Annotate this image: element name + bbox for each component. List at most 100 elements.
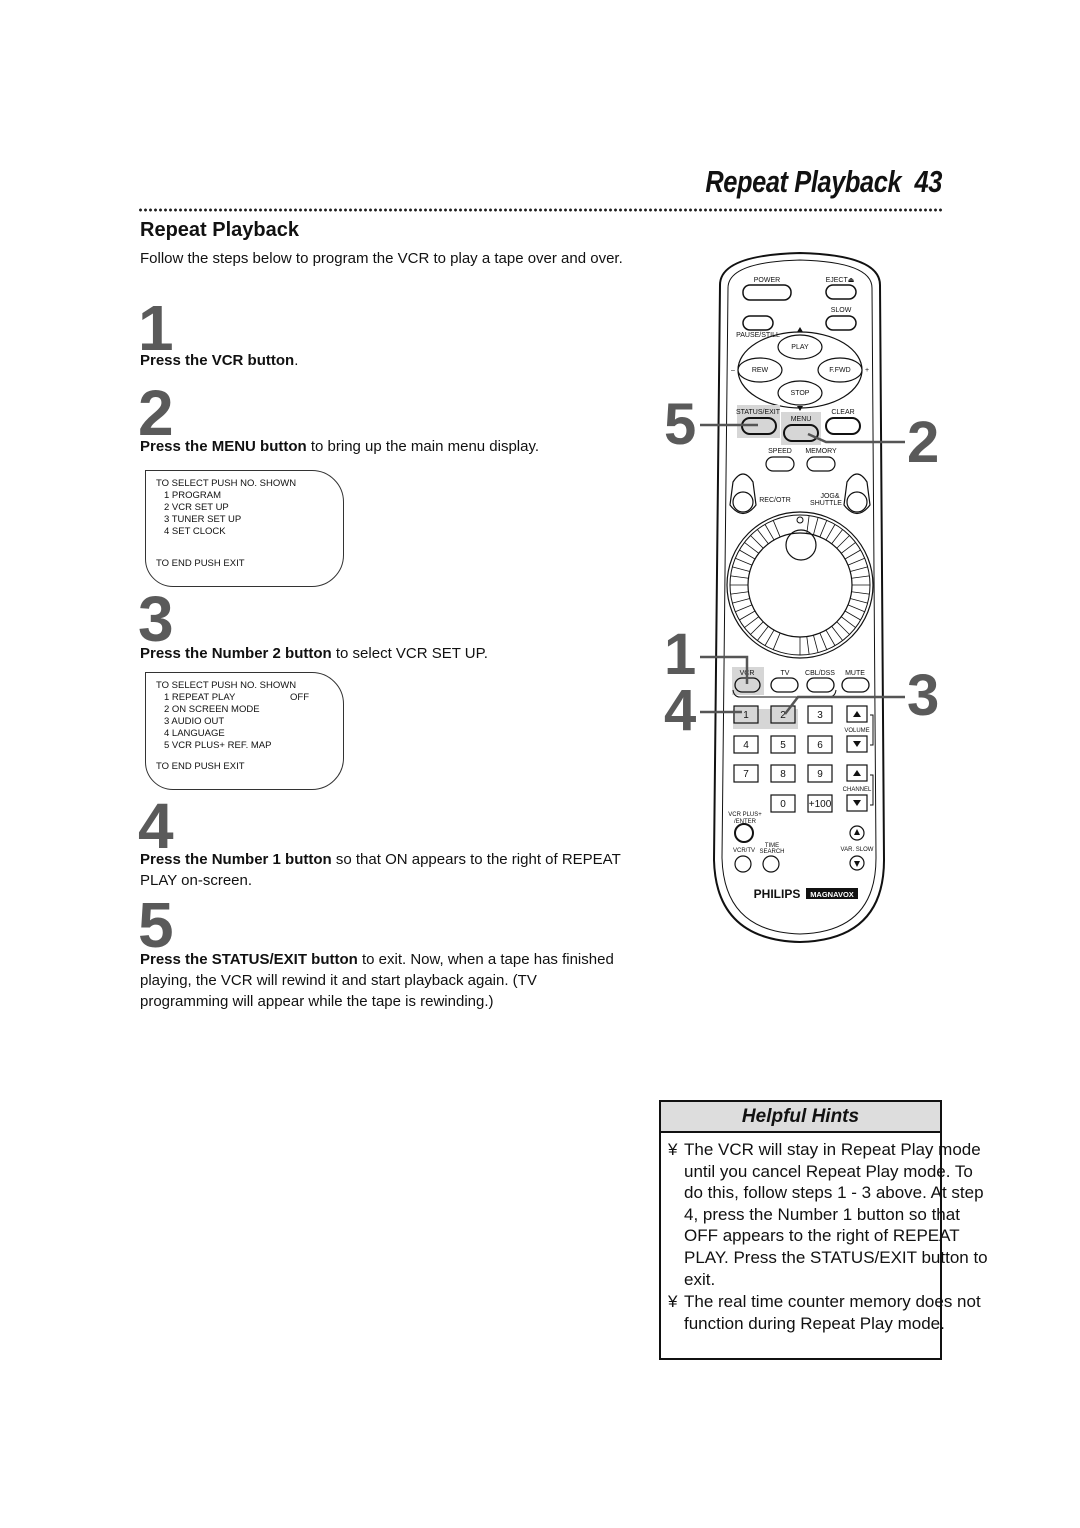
step-5-text: Press the STATUS/EXIT button to exit. No… <box>140 949 622 1012</box>
rec-otr-button[interactable] <box>732 491 754 513</box>
play-label: PLAY <box>791 344 809 351</box>
keypad-label: 0 <box>780 799 786 810</box>
hint-item: ¥ The VCR will stay in Repeat Play mode … <box>668 1139 990 1290</box>
dial-grip-tick <box>819 632 828 650</box>
menu-header: TO SELECT PUSH NO. SHOWN <box>156 478 297 489</box>
rec-otr-label: REC/OTR <box>759 497 791 504</box>
mute-button[interactable] <box>841 677 870 693</box>
cbl-dss-label: CBL/DSS <box>805 670 835 677</box>
keypad-label: 3 <box>817 710 823 721</box>
callout-3: 3 <box>907 663 940 728</box>
step-4-text: Press the Number 1 button so that ON app… <box>140 849 622 891</box>
dial-grip-tick <box>836 621 850 635</box>
dial-grip-tick <box>732 566 750 572</box>
step-4-bold: Press the Number 1 button <box>140 851 332 868</box>
keypad-label: 7 <box>743 769 749 780</box>
dial-grip-tick <box>772 520 781 538</box>
hint-item: ¥ The real time counter memory does not … <box>668 1291 982 1334</box>
helpful-hints-title: Helpful Hints <box>659 1100 942 1133</box>
jog-shuttle-dial[interactable] <box>726 511 874 659</box>
remote-control-illustration: POWER EJECT⏏ SLOW PAUSE/STILL PLAY REW F… <box>700 251 905 944</box>
menu-item: 1 REPEAT PLAY OFF <box>156 692 333 704</box>
page-number: 43 <box>914 164 943 199</box>
menu-item: 1 PROGRAM <box>164 490 222 501</box>
vcr-tv-label: VCR/TV <box>733 848 755 854</box>
bullet-icon: ¥ <box>668 1140 678 1159</box>
minus-label: – <box>731 367 735 374</box>
jog-shuttle-button[interactable] <box>846 491 868 513</box>
time-search-button[interactable] <box>762 855 780 873</box>
dial-grip-tick <box>841 542 856 554</box>
clear-button[interactable] <box>825 417 861 435</box>
dial-grip-tick <box>735 557 753 566</box>
volume-label: VOLUME <box>844 728 869 734</box>
dial-grip-tick <box>739 549 756 560</box>
ffwd-label: F.FWD <box>829 367 850 374</box>
jog-label: JOG& <box>820 493 839 500</box>
rec-otr-housing <box>729 473 757 515</box>
memory-button[interactable] <box>806 456 836 472</box>
rew-label: REW <box>752 367 769 374</box>
channel-up-icon <box>853 770 861 776</box>
dial-grip-tick <box>851 591 870 595</box>
slow-button[interactable] <box>825 315 857 331</box>
menu-item: 2 ON SCREEN MODE <box>164 704 260 715</box>
hint-text: The real time counter memory does not fu… <box>684 1292 981 1333</box>
status-exit-label: STATUS/EXIT <box>736 409 781 416</box>
speed-button[interactable] <box>765 456 795 472</box>
bullet-icon: ¥ <box>668 1292 678 1311</box>
jog-center-button[interactable] <box>785 529 817 561</box>
channel-label: CHANNEL <box>843 787 872 793</box>
mute-label: MUTE <box>845 670 865 677</box>
menu-label: MENU <box>791 416 812 423</box>
page-header: Repeat Playback 43 <box>662 164 942 200</box>
slow-label: SLOW <box>831 307 852 314</box>
step-3-rest: to select VCR SET UP. <box>331 645 488 662</box>
magnavox-logo: MAGNAVOX <box>810 890 854 899</box>
step-3-text: Press the Number 2 button to select VCR … <box>140 643 625 664</box>
speed-label: SPEED <box>768 448 792 455</box>
dial-grip-tick <box>851 575 870 579</box>
volume-bracket <box>870 714 874 746</box>
step-3-bold: Press the Number 2 button <box>140 645 332 662</box>
eject-button[interactable] <box>825 284 857 300</box>
eject-label: EJECT⏏ <box>826 277 855 284</box>
dial-grip-tick <box>772 632 781 650</box>
channel-down-icon <box>853 800 861 806</box>
up-arrow-icon <box>797 327 803 332</box>
dial-grip-tick <box>750 621 764 635</box>
tv-label: TV <box>781 670 790 677</box>
vcr-setup-menu-screen: TO SELECT PUSH NO. SHOWN 1 REPEAT PLAY OF… <box>145 672 344 790</box>
power-label: POWER <box>754 277 780 284</box>
vcr-plus-enter-button[interactable] <box>734 823 754 843</box>
intro-text: Follow the steps below to program the VC… <box>140 250 623 267</box>
dial-grip-tick <box>764 629 775 646</box>
dial-grip-tick <box>744 542 759 554</box>
dial-grip-tick <box>844 610 861 621</box>
dial-grip-tick <box>744 616 759 628</box>
callout-5: 5 <box>664 392 697 457</box>
keypad-label: 9 <box>817 769 823 780</box>
memory-label: MEMORY <box>805 448 837 455</box>
dial-grip-tick <box>836 535 850 549</box>
dial-grip-tick <box>841 616 856 628</box>
dotted-divider <box>138 208 944 212</box>
keypad-label: 5 <box>780 740 786 751</box>
step-1-bold: Press the VCR button <box>140 352 295 369</box>
pause-still-button[interactable] <box>742 315 774 331</box>
step-number-5: 5 <box>138 889 174 961</box>
dial-grip-tick <box>825 629 836 646</box>
vcr-tv-button[interactable] <box>734 855 752 873</box>
cbl-dss-button[interactable] <box>806 677 835 693</box>
hint-text: The VCR will stay in Repeat Play mode un… <box>684 1140 988 1289</box>
dial-grip-tick <box>750 535 764 549</box>
dial-grip-tick <box>757 529 769 544</box>
power-button[interactable] <box>742 284 792 301</box>
menu-item: 4 SET CLOCK <box>164 526 226 537</box>
dial-grip-tick <box>847 604 865 613</box>
callout-1: 1 <box>664 622 697 687</box>
menu-item: 4 LANGUAGE <box>164 728 225 739</box>
tv-button[interactable] <box>770 677 799 693</box>
search-label: SEARCH <box>759 849 784 855</box>
dial-grip-tick <box>819 520 828 538</box>
